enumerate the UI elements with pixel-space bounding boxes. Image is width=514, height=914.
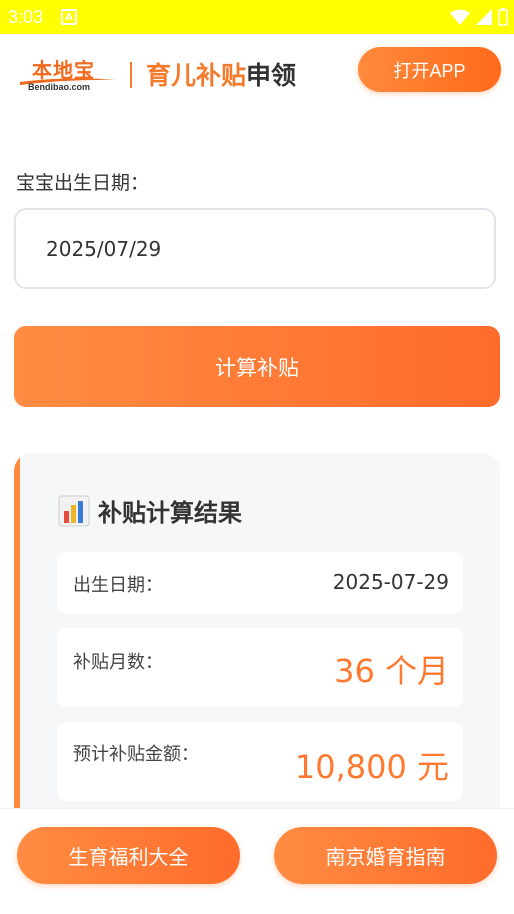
a-icon: A bbox=[61, 9, 78, 25]
result-row-label: 预计补贴金额： bbox=[73, 744, 199, 765]
page-title-part1: 育儿补贴 bbox=[146, 61, 247, 90]
result-row-value: 10,800 元 bbox=[294, 748, 449, 786]
nanjing-guide-button[interactable]: 南京婚育指南 bbox=[274, 827, 497, 884]
status-time: 3:03 bbox=[8, 6, 44, 27]
birth-date-input[interactable] bbox=[14, 208, 496, 289]
birth-benefits-button[interactable]: 生育福利大全 bbox=[17, 827, 240, 884]
open-app-button[interactable]: 打开APP bbox=[358, 47, 501, 92]
result-row-value: 2025-07-29 bbox=[332, 570, 449, 594]
logo-subtitle: Bendibao.com bbox=[28, 82, 91, 92]
result-row-amount: 预计补贴金额： 10,800 元 bbox=[57, 722, 463, 801]
status-bar: 3:03 A bbox=[0, 0, 514, 34]
result-row-value: 36 个月 bbox=[334, 652, 449, 690]
result-row-birth-date: 出生日期： 2025-07-29 bbox=[57, 552, 463, 614]
calculate-button[interactable]: 计算补贴 bbox=[14, 326, 500, 407]
status-icons bbox=[450, 8, 508, 26]
wifi-icon bbox=[450, 9, 470, 25]
result-row-months: 补贴月数： 36 个月 bbox=[57, 628, 463, 707]
app-header: 本地宝 Bendibao.com 育儿补贴申领 打开APP bbox=[0, 34, 514, 114]
page-title: 育儿补贴申领 bbox=[146, 56, 296, 92]
bottom-bar: 生育福利大全 南京婚育指南 bbox=[0, 808, 514, 914]
page-title-part2: 申领 bbox=[246, 61, 297, 90]
bendibao-logo[interactable]: 本地宝 Bendibao.com bbox=[18, 54, 118, 98]
header-divider bbox=[130, 62, 132, 88]
battery-icon bbox=[498, 8, 508, 26]
result-row-label: 出生日期： bbox=[73, 575, 163, 596]
bar-chart-icon bbox=[58, 495, 90, 526]
result-title: 补贴计算结果 bbox=[58, 493, 242, 528]
signal-icon bbox=[476, 9, 492, 25]
result-title-text: 补贴计算结果 bbox=[98, 499, 242, 527]
birth-date-label: 宝宝出生日期： bbox=[16, 172, 150, 194]
result-row-label: 补贴月数： bbox=[73, 652, 163, 673]
